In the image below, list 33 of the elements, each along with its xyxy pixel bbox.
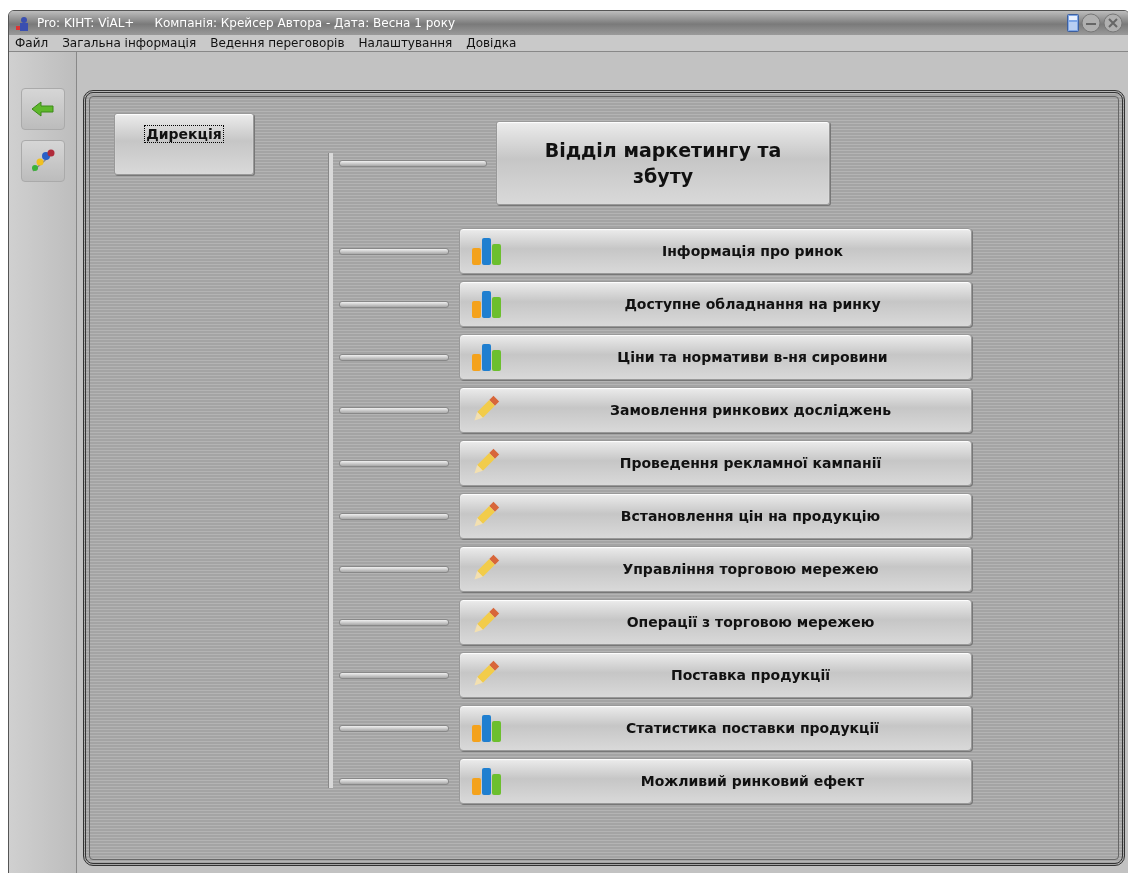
menu-button[interactable]: Можливий ринковий ефект (459, 758, 972, 804)
menu-item[interactable]: Файл (15, 36, 49, 50)
app-icon (15, 15, 31, 31)
menu-button[interactable]: Замовлення ринкових досліджень (459, 387, 972, 433)
direction-button[interactable]: Дирекція (114, 113, 254, 175)
calculator-icon[interactable] (1067, 14, 1079, 32)
menu-item[interactable]: Ведення переговорів (210, 36, 345, 50)
back-arrow-icon (30, 101, 55, 117)
menu-button[interactable]: Управління торговою мережею (459, 546, 972, 592)
menu-button[interactable]: Ціни та нормативи в-ня сировини (459, 334, 972, 380)
menu-button[interactable]: Операції з торговою мережею (459, 599, 972, 645)
bar-chart-icon (470, 766, 504, 796)
menu-item[interactable]: Довідка (466, 36, 517, 50)
bar-chart-icon (470, 289, 504, 319)
bar-chart-icon (470, 713, 504, 743)
menu-button[interactable]: Встановлення цін на продукцію (459, 493, 972, 539)
menu-item[interactable]: Загальна інформація (62, 36, 197, 50)
menu-button[interactable]: Поставка продукції (459, 652, 972, 698)
bar-chart-icon (470, 236, 504, 266)
menu-item[interactable]: Налаштування (358, 36, 453, 50)
close-button[interactable] (1103, 13, 1123, 33)
window-title: Pro: KIHT: ViAL+ (37, 16, 135, 30)
department-button[interactable]: Відділ маркетингу та збуту (496, 121, 830, 205)
minimize-button[interactable] (1081, 13, 1101, 33)
colored-pins-icon (29, 148, 56, 174)
back-button[interactable] (20, 88, 65, 130)
menu-button[interactable]: Статистика поставки продукції (459, 705, 972, 751)
bar-chart-icon (470, 342, 504, 372)
menu-button[interactable]: Проведення рекламної кампанії (459, 440, 972, 486)
structure-button[interactable] (20, 140, 65, 182)
menu-button[interactable]: Інформація про ринок (459, 228, 972, 274)
menu-button[interactable]: Доступне обладнання на ринку (459, 281, 972, 327)
window-subtitle: Компанія: Крейсер Автора - Дата: Весна 1 року (154, 16, 455, 30)
